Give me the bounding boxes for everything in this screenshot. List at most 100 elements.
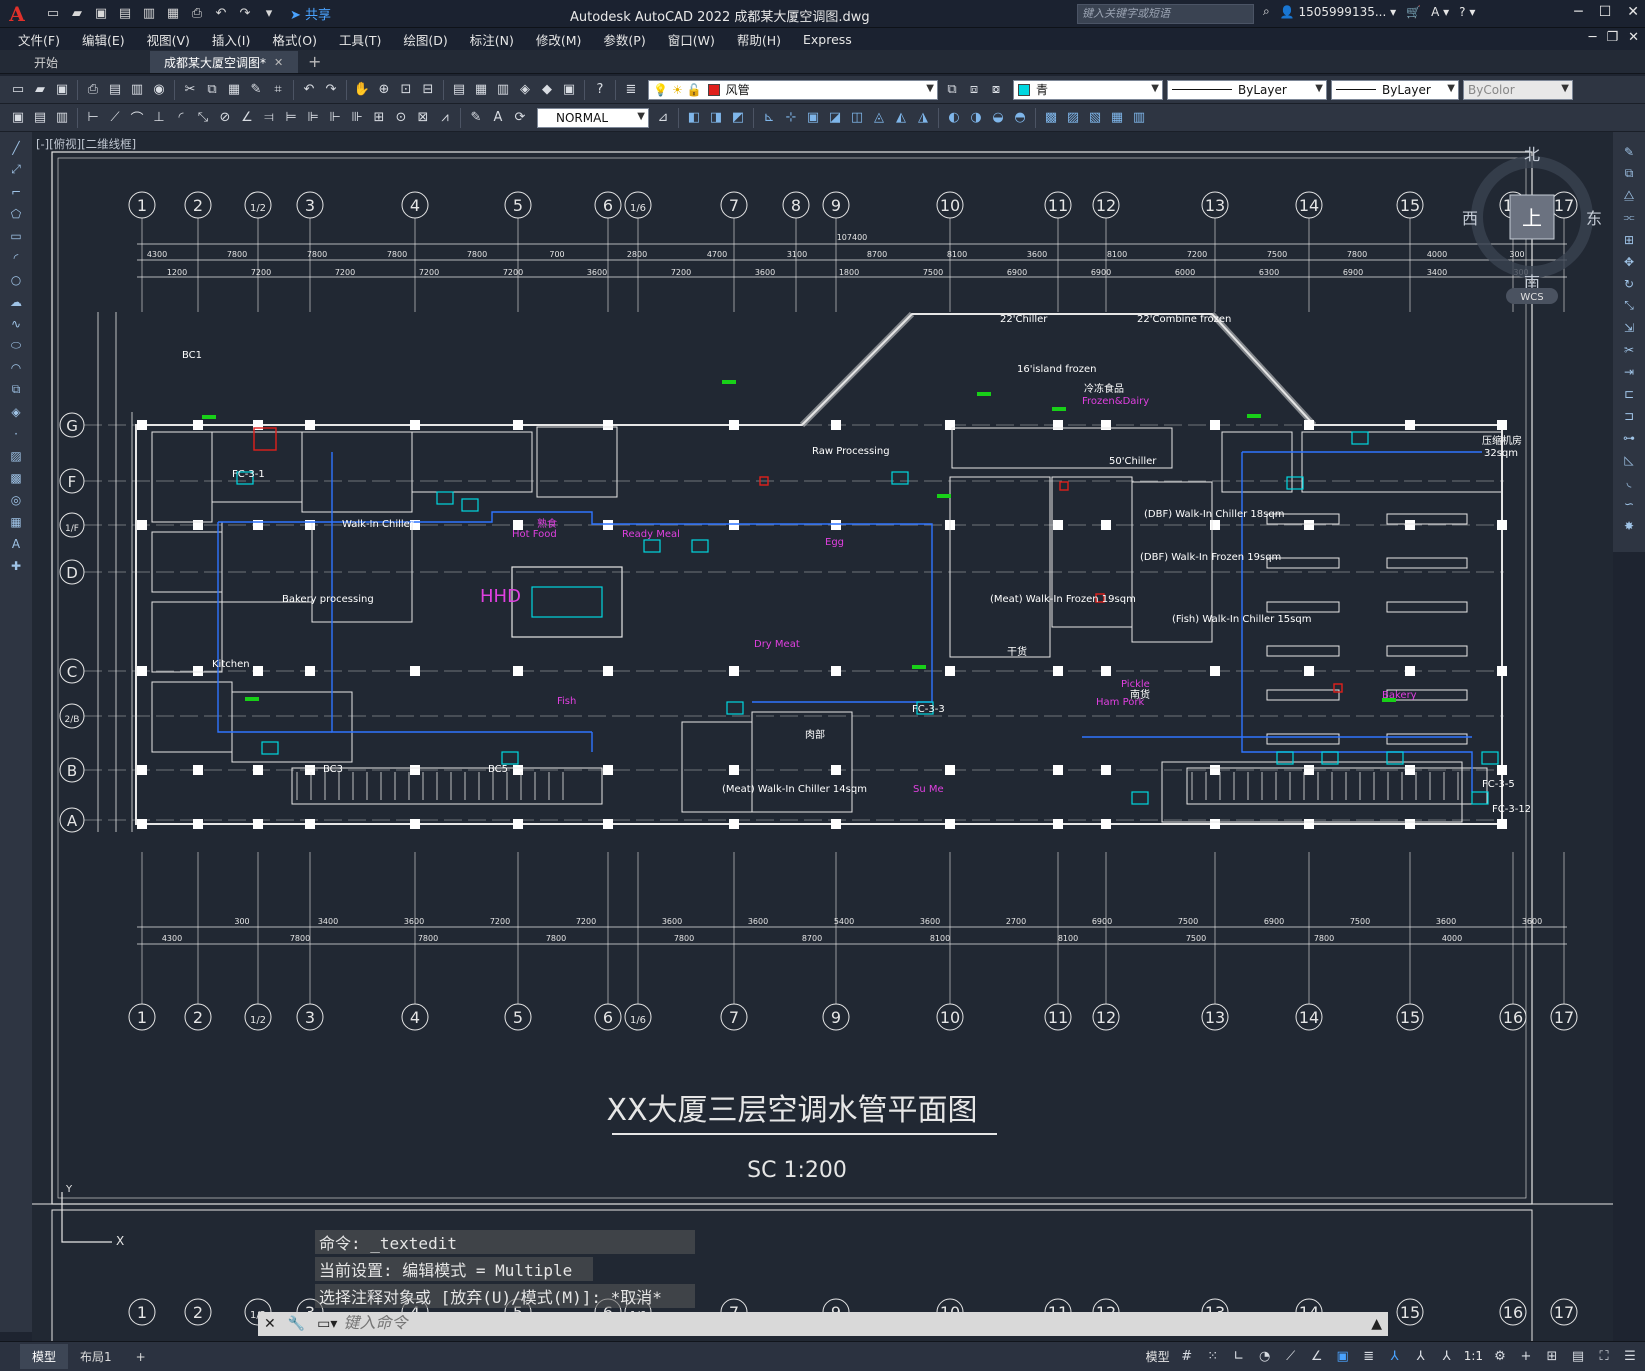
save-icon[interactable]: ▣: [52, 80, 72, 100]
menu-insert[interactable]: 插入(I): [201, 30, 261, 49]
polar-icon[interactable]: ◔: [1256, 1346, 1274, 1366]
menu-view[interactable]: 视图(V): [136, 30, 201, 49]
help-icon[interactable]: ?: [590, 80, 610, 100]
layer-states-icon[interactable]: ⧇: [986, 80, 1006, 100]
move-icon[interactable]: ✥: [1619, 252, 1639, 271]
dim-aligned-icon[interactable]: ⟋: [105, 108, 125, 128]
table-icon[interactable]: ▦: [6, 512, 26, 531]
osnap-icon[interactable]: ▣: [1334, 1346, 1352, 1366]
menu-format[interactable]: 格式(O): [261, 30, 328, 49]
menu-tools[interactable]: 工具(T): [328, 30, 392, 49]
menu-window[interactable]: 窗口(W): [657, 30, 726, 49]
view-right-icon[interactable]: ▦: [1107, 108, 1127, 128]
auto-scale-icon[interactable]: ⅄: [1412, 1346, 1430, 1366]
menu-help[interactable]: 帮助(H): [726, 30, 792, 49]
dim-linear-icon[interactable]: ⊢: [83, 108, 103, 128]
quickcalc-icon[interactable]: ▣: [559, 80, 579, 100]
break-icon[interactable]: ⊐: [1619, 406, 1639, 425]
tab-model[interactable]: 模型: [20, 1344, 69, 1369]
search-icon[interactable]: ⌕: [1263, 4, 1270, 19]
view-back-icon[interactable]: ▨: [1063, 108, 1083, 128]
array-icon[interactable]: ⊞: [1619, 230, 1639, 249]
explode-icon[interactable]: ✸: [1619, 516, 1639, 535]
open-icon[interactable]: ▰: [68, 5, 86, 23]
snap-icon[interactable]: ⁙: [1204, 1346, 1222, 1366]
color-dropdown[interactable]: 青 ▼: [1013, 79, 1163, 100]
tab-start[interactable]: 开始: [0, 51, 150, 73]
close-command-icon[interactable]: ✕: [258, 1316, 282, 1332]
lineweight-dropdown[interactable]: ByLayer ▼: [1331, 79, 1459, 100]
dim-baseline-icon[interactable]: ⊨: [281, 108, 301, 128]
dim-arc-icon[interactable]: ⌒: [127, 108, 147, 128]
tab-active-drawing[interactable]: 成都某大厦空调图* ✕: [150, 51, 298, 73]
new-file-icon[interactable]: ▭: [44, 5, 62, 23]
annotation-monitor-icon[interactable]: +: [1517, 1346, 1535, 1366]
tolerance-icon[interactable]: ⊞: [369, 108, 389, 128]
open-icon[interactable]: ▰: [30, 80, 50, 100]
pan-icon[interactable]: ✋: [352, 80, 372, 100]
redo-icon[interactable]: ↷: [236, 5, 254, 23]
undo-icon[interactable]: ↶: [212, 5, 230, 23]
ucs-y-icon[interactable]: ◮: [913, 108, 933, 128]
save-as-icon[interactable]: ▤: [116, 5, 134, 23]
markup-icon[interactable]: ◆: [537, 80, 557, 100]
region-icon[interactable]: ◎: [6, 490, 26, 509]
layer-freeze-icon[interactable]: ☀: [672, 83, 683, 97]
paste-icon[interactable]: ▦: [224, 80, 244, 100]
lights-icon[interactable]: ◒: [988, 108, 1008, 128]
model-space-label[interactable]: 模型: [1146, 1348, 1170, 1365]
sheet-set-icon[interactable]: ◈: [515, 80, 535, 100]
grid-icon[interactable]: #: [1178, 1346, 1196, 1366]
ucs-face-icon[interactable]: ◫: [847, 108, 867, 128]
dim-text-edit-icon[interactable]: A: [488, 108, 508, 128]
materials-icon[interactable]: ◑: [966, 108, 986, 128]
qnew-icon[interactable]: ▭: [8, 80, 28, 100]
help-icon[interactable]: ? ▾: [1459, 5, 1475, 19]
revision-cloud-icon[interactable]: ☁: [6, 292, 26, 311]
linetype-dropdown[interactable]: ByLayer ▼: [1167, 79, 1327, 100]
dim-radius-icon[interactable]: ◜: [171, 108, 191, 128]
fullscreen-icon[interactable]: ⛶: [1595, 1346, 1613, 1366]
layer-dropdown[interactable]: 💡 ☀ 🔓 风管 ▼: [648, 79, 938, 100]
ucs-object-icon[interactable]: ◪: [825, 108, 845, 128]
ucs-x-icon[interactable]: ◭: [891, 108, 911, 128]
block-editor-icon[interactable]: ⌗: [268, 80, 288, 100]
drawing-canvas[interactable]: 121/234561/6789101112131415161711221/21/…: [32, 132, 1613, 1342]
construction-line-icon[interactable]: ⤢: [6, 160, 26, 179]
extend-icon[interactable]: ⇥: [1619, 362, 1639, 381]
blend-curves-icon[interactable]: ∽: [1619, 494, 1639, 513]
stretch-icon[interactable]: ⇲: [1619, 318, 1639, 337]
mtext-icon[interactable]: A: [6, 534, 26, 553]
print-icon[interactable]: ⎙: [188, 5, 206, 23]
make-block-icon[interactable]: ◈: [6, 402, 26, 421]
chamfer-icon[interactable]: ◺: [1619, 450, 1639, 469]
minimize-icon[interactable]: ─: [1574, 4, 1582, 20]
plot-preview-icon[interactable]: ▥: [140, 5, 158, 23]
break-at-point-icon[interactable]: ⊏: [1619, 384, 1639, 403]
scale-icon[interactable]: ⤡: [1619, 296, 1639, 315]
customize-command-icon[interactable]: 🔧: [282, 1316, 311, 1332]
viewport-controls[interactable]: [-][俯视][二维线框]: [36, 136, 136, 152]
redo-icon[interactable]: ↷: [321, 80, 341, 100]
new-tab-icon[interactable]: +: [298, 52, 331, 73]
fillet-icon[interactable]: ◟: [1619, 472, 1639, 491]
annotation-scale-value[interactable]: 1:1: [1464, 1349, 1483, 1363]
hatch-icon[interactable]: ▨: [6, 446, 26, 465]
dimstyle-icon[interactable]: ⊿: [653, 108, 673, 128]
share-button[interactable]: ➤ 共享: [290, 4, 331, 23]
view-iso-icon[interactable]: ▥: [1129, 108, 1149, 128]
quick-dim-icon[interactable]: ⫤: [259, 108, 279, 128]
lineweight-icon[interactable]: ≣: [1360, 1346, 1378, 1366]
rotate-icon[interactable]: ↻: [1619, 274, 1639, 293]
command-expand-icon[interactable]: ▲: [1365, 1316, 1388, 1332]
undo-icon[interactable]: ↶: [299, 80, 319, 100]
doc-restore-icon[interactable]: ❐: [1606, 30, 1618, 45]
zoom-previous-icon[interactable]: ⊟: [418, 80, 438, 100]
add-layout-icon[interactable]: +: [124, 1346, 158, 1368]
point-icon[interactable]: ·: [6, 424, 26, 443]
spline-icon[interactable]: ∿: [6, 314, 26, 333]
close-icon[interactable]: ✕: [1627, 4, 1639, 20]
offset-icon[interactable]: ⫗: [1619, 208, 1639, 227]
dimstyle-dropdown[interactable]: NORMAL ▼: [537, 107, 649, 128]
polygon-icon[interactable]: ⬠: [6, 204, 26, 223]
